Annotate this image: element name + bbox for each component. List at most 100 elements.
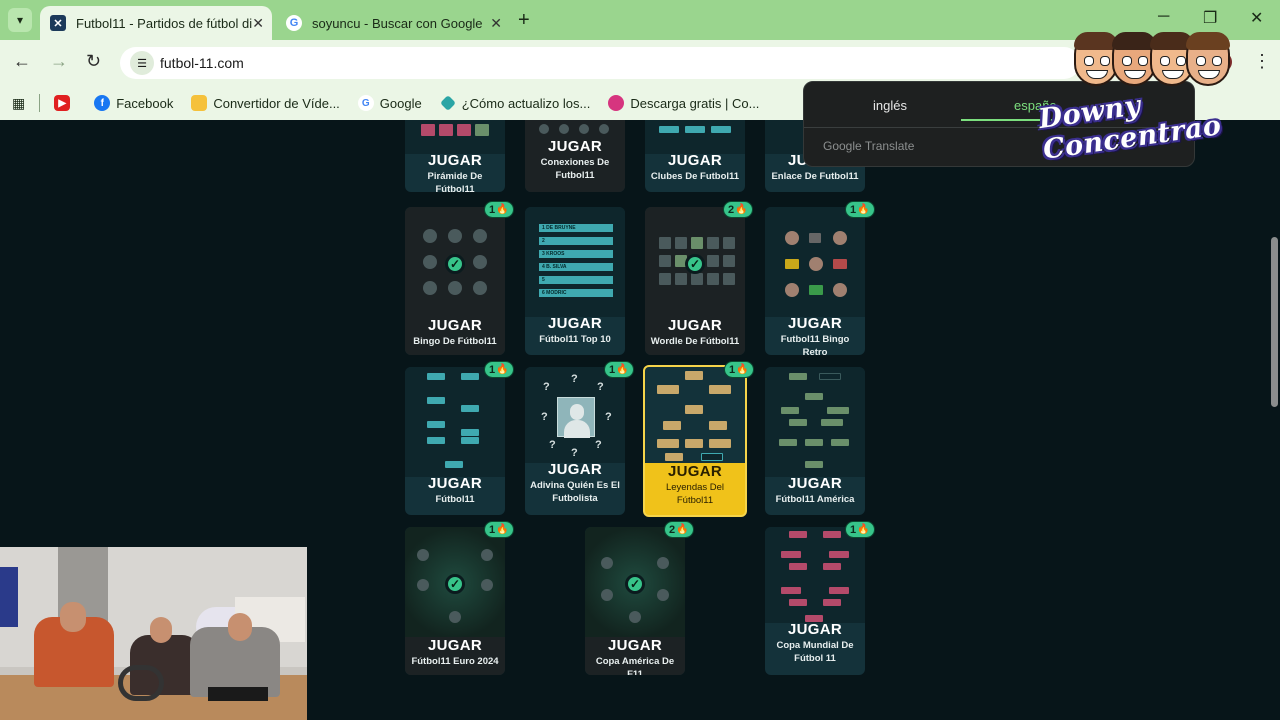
translate-from-tab[interactable]: inglés bbox=[873, 98, 907, 113]
game-name: Futbol11 Bingo Retro bbox=[780, 334, 850, 355]
converter-icon bbox=[191, 95, 208, 111]
card-thumbnail: ??? ?? ??? bbox=[525, 367, 625, 463]
card-thumbnail bbox=[765, 367, 865, 477]
streak-count: 1 bbox=[489, 523, 496, 536]
bookmark-label: ¿Cómo actualizo los... bbox=[461, 95, 591, 111]
bookmark-download[interactable]: Descarga gratis | Co... bbox=[608, 95, 759, 111]
close-tab-icon[interactable]: ✕ bbox=[252, 15, 264, 32]
game-card-leyendas[interactable]: JUGAR Leyendas Del Fútbol11 bbox=[643, 365, 747, 517]
tab-search-button[interactable]: ▾ bbox=[8, 8, 32, 32]
fire-icon: 🔥 bbox=[735, 204, 748, 215]
game-card-copa-mundial[interactable]: JUGAR Copa Mundial De Fútbol 11 bbox=[765, 527, 865, 675]
fire-icon: 🔥 bbox=[857, 524, 870, 535]
play-label: JUGAR bbox=[787, 315, 842, 332]
game-card-bingo-retro[interactable]: JUGAR Futbol11 Bingo Retro bbox=[765, 207, 865, 355]
tab-title: Futbol11 - Partidos de fútbol di bbox=[76, 15, 253, 31]
top10-row: 5 bbox=[539, 276, 613, 284]
play-label: JUGAR bbox=[667, 152, 722, 169]
bookmark-youtube[interactable]: ▶ bbox=[54, 95, 76, 111]
fire-icon: 🔥 bbox=[496, 204, 509, 215]
top10-row: 3 KROOS bbox=[539, 250, 613, 258]
game-card-america[interactable]: JUGAR Fútbol11 América bbox=[765, 367, 865, 515]
download-icon bbox=[608, 95, 625, 111]
play-label: JUGAR bbox=[667, 463, 722, 480]
forward-arrow-icon[interactable]: → bbox=[50, 51, 68, 72]
game-card-wordle[interactable]: ✓ JUGAR Wordle De Fútbol11 bbox=[645, 207, 745, 355]
close-window-icon[interactable]: ✕ bbox=[1250, 8, 1263, 28]
card-thumbnail: ✓ bbox=[645, 207, 745, 317]
close-tab-icon[interactable]: ✕ bbox=[490, 15, 502, 32]
game-card-adivina[interactable]: ??? ?? ??? JUGAR Adivina Quién Es El Futb… bbox=[525, 367, 625, 515]
streak-badge: 1 🔥 bbox=[845, 201, 875, 218]
streak-count: 1 bbox=[850, 203, 857, 216]
play-label: JUGAR bbox=[427, 152, 482, 169]
streak-count: 2 bbox=[728, 203, 735, 216]
minimize-icon[interactable]: ─ bbox=[1158, 8, 1169, 26]
game-card-top10[interactable]: 1 DE BRUYNE 2 3 KROOS 4 B. SILVA 5 6 MOD… bbox=[525, 207, 625, 355]
webcam-feed bbox=[0, 547, 307, 720]
card-thumbnail: 1 DE BRUYNE 2 3 KROOS 4 B. SILVA 5 6 MOD… bbox=[525, 207, 625, 317]
bookmark-converter[interactable]: Convertidor de Víde... bbox=[191, 95, 340, 111]
facebook-icon: f bbox=[94, 95, 111, 111]
game-card-piramide[interactable]: JUGAR Pirámide De Fútbol11 bbox=[405, 120, 505, 192]
streak-count: 1 bbox=[489, 203, 496, 216]
diamond-icon bbox=[439, 95, 456, 111]
page-scrollbar[interactable] bbox=[1271, 237, 1278, 407]
top10-row: 1 DE BRUYNE bbox=[539, 224, 613, 232]
play-label: JUGAR bbox=[667, 317, 722, 334]
streak-badge: 2 🔥 bbox=[664, 521, 694, 538]
tab-futbol11[interactable]: ✕ Futbol11 - Partidos de fútbol di ✕ bbox=[40, 6, 272, 40]
reload-icon[interactable]: ↻ bbox=[86, 51, 101, 72]
play-label: JUGAR bbox=[427, 317, 482, 334]
tab-title: soyuncu - Buscar con Google bbox=[312, 15, 483, 31]
apps-grid-icon[interactable]: ▦ bbox=[12, 95, 25, 112]
play-label: JUGAR bbox=[547, 461, 602, 478]
play-label: JUGAR bbox=[547, 138, 602, 155]
completed-check-icon: ✓ bbox=[445, 574, 465, 594]
streak-badge: 1 🔥 bbox=[724, 361, 754, 378]
streak-badge: 1 🔥 bbox=[604, 361, 634, 378]
game-name: Enlace De Futbol11 bbox=[771, 171, 859, 182]
bookmark-how-update[interactable]: ¿Cómo actualizo los... bbox=[439, 95, 591, 111]
bookmark-google[interactable]: G Google bbox=[357, 95, 422, 111]
streak-count: 1 bbox=[489, 363, 496, 376]
top10-row: 6 MODRIC bbox=[539, 289, 613, 297]
tab-google-search[interactable]: G soyuncu - Buscar con Google ✕ bbox=[276, 6, 510, 40]
card-thumbnail: ✓ bbox=[405, 207, 505, 317]
bookmark-label: Facebook bbox=[116, 95, 174, 111]
streak-count: 2 bbox=[669, 523, 676, 536]
bookmark-label: Descarga gratis | Co... bbox=[630, 95, 760, 111]
site-info-icon[interactable]: ☰ bbox=[130, 51, 154, 75]
card-thumbnail bbox=[645, 120, 745, 154]
google-icon: G bbox=[357, 95, 374, 111]
game-name: Fútbol11 Top 10 bbox=[539, 334, 611, 345]
fire-icon: 🔥 bbox=[736, 364, 749, 375]
divider bbox=[39, 94, 41, 112]
bookmark-facebook[interactable]: f Facebook bbox=[94, 95, 173, 111]
streak-count: 1 bbox=[609, 363, 616, 376]
fire-icon: 🔥 bbox=[496, 364, 509, 375]
card-thumbnail bbox=[405, 367, 505, 477]
game-name: Bingo De Fútbol11 bbox=[413, 336, 497, 347]
google-translate-brand: Google Translate bbox=[823, 139, 915, 153]
play-label: JUGAR bbox=[607, 637, 662, 654]
game-card-euro2024[interactable]: ✓ JUGAR Fútbol11 Euro 2024 bbox=[405, 527, 505, 675]
url-text: futbol-11.com bbox=[160, 55, 244, 71]
google-icon: G bbox=[286, 15, 302, 31]
bookmark-label: Google bbox=[379, 95, 422, 111]
game-card-copa-america[interactable]: ✓ JUGAR Copa América De F11 bbox=[585, 527, 685, 675]
restore-icon[interactable]: ❐ bbox=[1203, 8, 1217, 28]
game-card-futbol11[interactable]: JUGAR Fútbol11 bbox=[405, 367, 505, 515]
game-card-clubes[interactable]: JUGAR Clubes De Futbol11 bbox=[645, 120, 745, 192]
address-bar[interactable]: ☰ futbol-11.com bbox=[120, 47, 1080, 79]
play-label: JUGAR bbox=[787, 621, 842, 638]
back-arrow-icon[interactable]: ← bbox=[13, 51, 31, 72]
game-card-bingo[interactable]: ✓ JUGAR Bingo De Fútbol11 bbox=[405, 207, 505, 355]
game-name: Pirámide De Fútbol11 bbox=[427, 171, 483, 192]
fire-icon: 🔥 bbox=[496, 524, 509, 535]
game-name: Wordle De Fútbol11 bbox=[650, 336, 740, 347]
completed-check-icon: ✓ bbox=[625, 574, 645, 594]
new-tab-button[interactable]: + bbox=[518, 9, 530, 32]
game-card-conexiones[interactable]: JUGAR Conexiones De Futbol11 bbox=[525, 120, 625, 192]
card-thumbnail bbox=[765, 527, 865, 623]
